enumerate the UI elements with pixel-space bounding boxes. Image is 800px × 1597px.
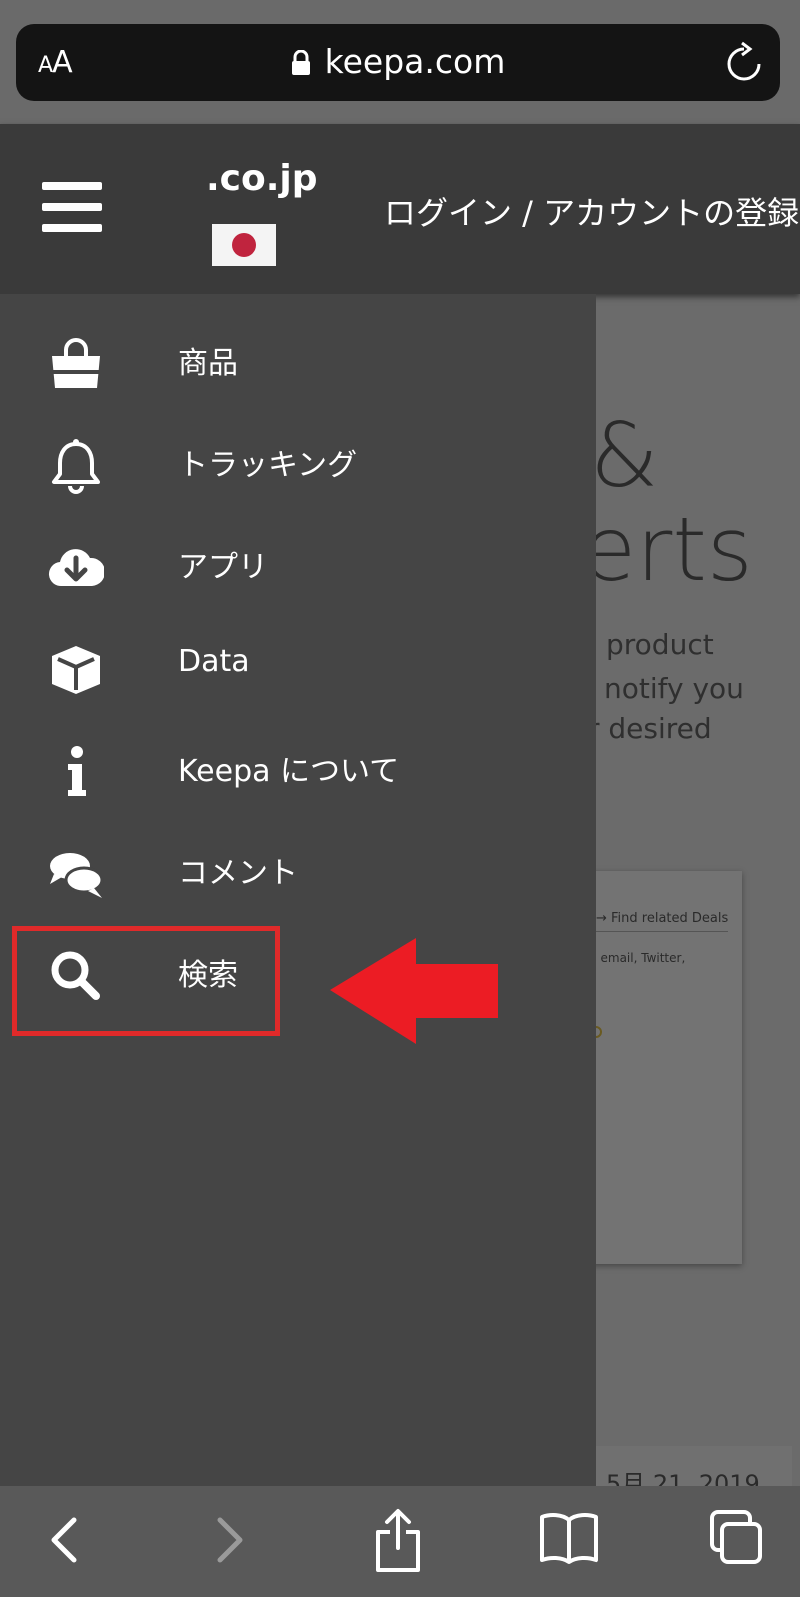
site-header: .co.jp ログイン / アカウントの登録 xyxy=(0,124,800,294)
bg-card-divider xyxy=(584,931,728,932)
lock-icon xyxy=(291,49,310,75)
bg-desc-line1: product xyxy=(606,628,714,661)
login-register-link[interactable]: ログイン / アカウントの登録 xyxy=(384,188,799,234)
menu-item-label: トラッキング xyxy=(178,448,358,483)
info-icon xyxy=(68,746,86,796)
side-drawer-menu: 商品 トラッキング アプリ Data Keepa について コメント 検索 xyxy=(0,294,596,1486)
bg-heading-line2: erts xyxy=(582,498,753,601)
url-display[interactable]: keepa.com xyxy=(16,42,780,81)
domain-label: .co.jp xyxy=(206,158,318,199)
address-bar[interactable]: AA keepa.com xyxy=(16,24,780,101)
japan-flag-icon[interactable] xyxy=(212,224,276,266)
tabs-icon[interactable] xyxy=(708,1508,766,1570)
bell-icon xyxy=(52,439,100,494)
menu-item-products[interactable]: 商品 xyxy=(0,308,596,408)
bookmarks-icon[interactable] xyxy=(538,1508,600,1568)
reload-icon[interactable] xyxy=(724,41,764,85)
menu-item-label: 商品 xyxy=(178,346,238,381)
highlight-box xyxy=(12,926,280,1036)
comments-icon xyxy=(50,853,104,898)
hamburger-menu-icon[interactable] xyxy=(42,182,102,232)
cloud-download-icon xyxy=(49,549,104,587)
browser-toolbar xyxy=(0,1486,800,1597)
shopping-bag-icon xyxy=(52,338,100,388)
browser-address-area: AA keepa.com xyxy=(0,0,800,124)
menu-item-label: Data xyxy=(178,644,250,679)
menu-item-tracking[interactable]: トラッキング xyxy=(0,410,596,510)
bg-card-text: ia email, Twitter, xyxy=(586,951,686,965)
bg-heading-line1: & xyxy=(590,404,659,507)
menu-item-data[interactable]: Data xyxy=(0,614,596,714)
menu-item-label: コメント xyxy=(178,856,298,891)
url-text: keepa.com xyxy=(324,42,506,81)
bg-desc-line3: r desired xyxy=(588,712,712,745)
menu-item-apps[interactable]: アプリ xyxy=(0,512,596,612)
back-icon[interactable] xyxy=(44,1508,84,1572)
bg-card-link: → Find related Deals xyxy=(596,911,729,926)
cube-icon xyxy=(52,646,100,694)
menu-item-about[interactable]: Keepa について xyxy=(0,716,596,816)
red-arrow-annotation xyxy=(330,938,498,1044)
forward-icon[interactable] xyxy=(210,1508,250,1572)
share-icon[interactable] xyxy=(372,1508,424,1574)
menu-item-label: アプリ xyxy=(178,550,268,585)
menu-item-label: Keepa について xyxy=(178,754,400,789)
bg-desc-line2: notify you xyxy=(604,672,744,705)
menu-item-comments[interactable]: コメント xyxy=(0,818,596,918)
